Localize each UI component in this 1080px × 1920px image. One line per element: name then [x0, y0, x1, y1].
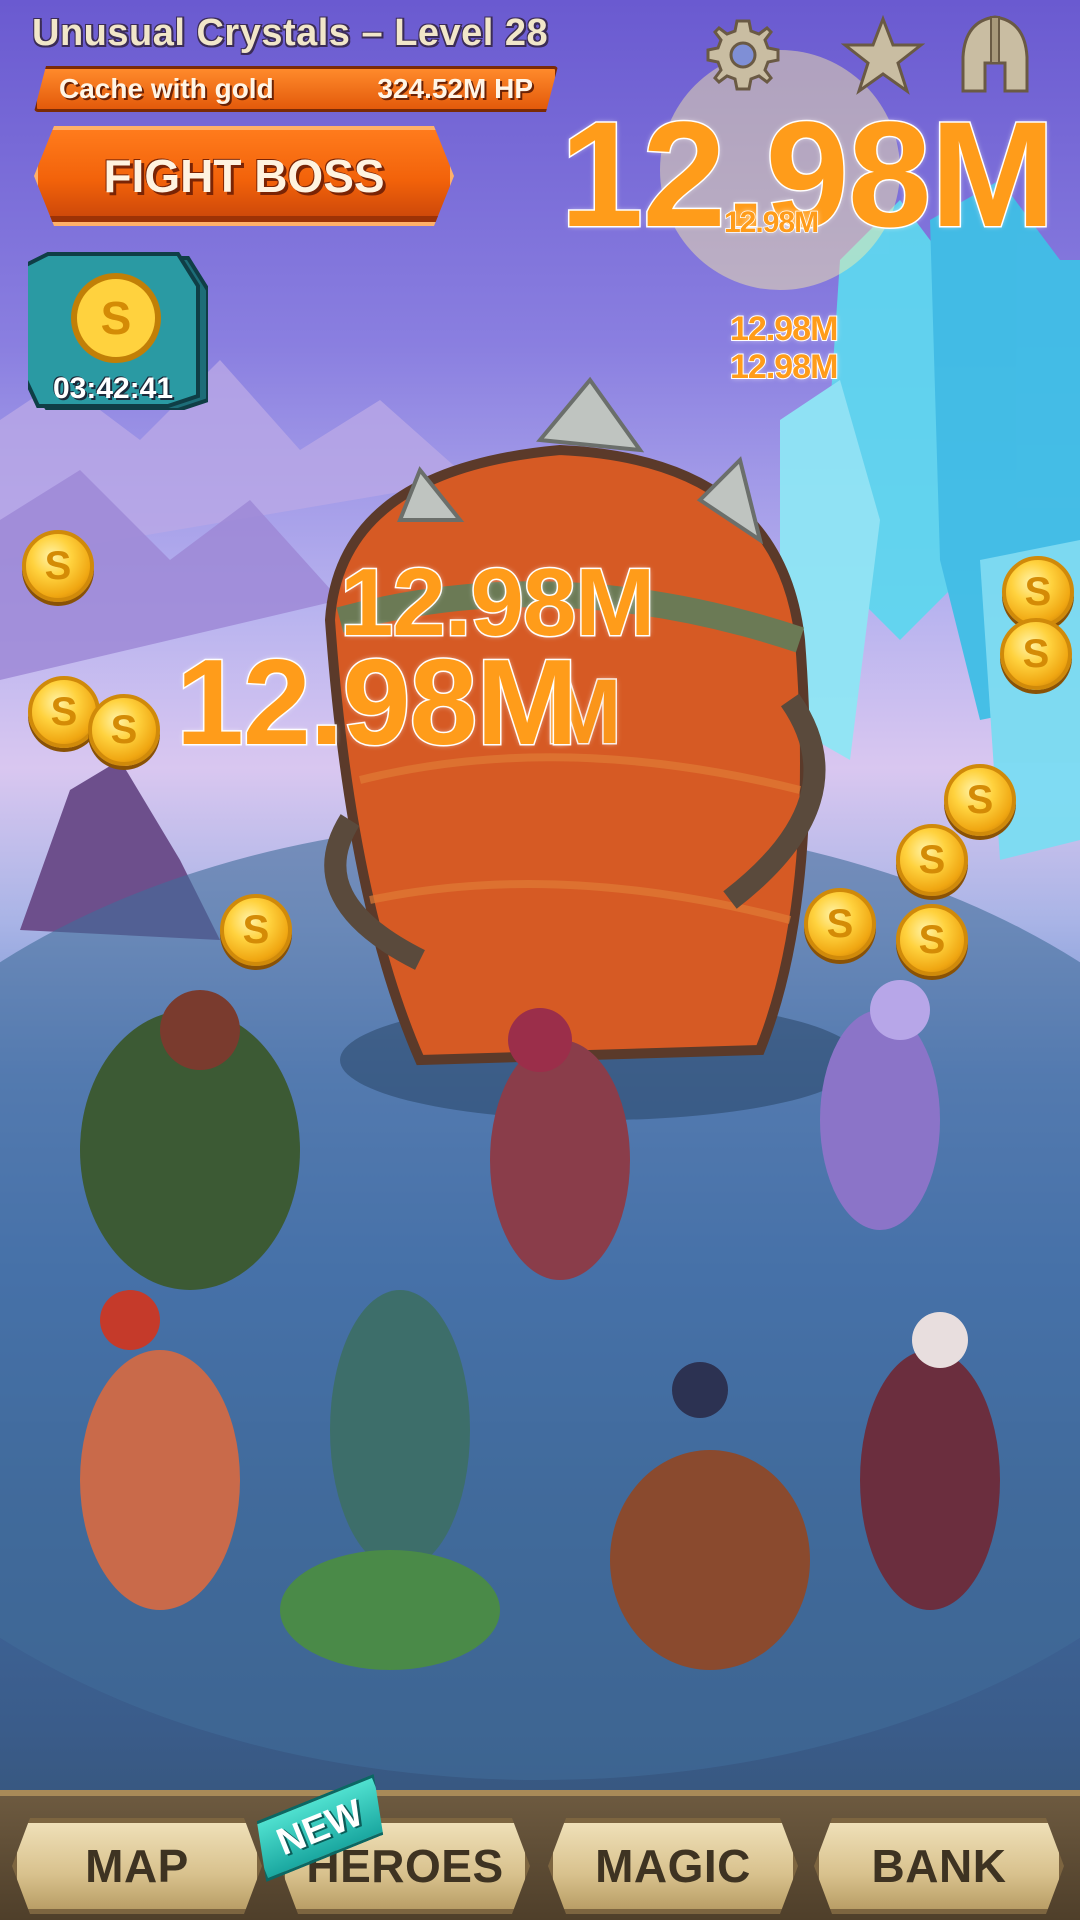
coin-symbol: S [50, 689, 78, 734]
gold-chest-card[interactable]: S 03:42:41 [22, 250, 210, 412]
chest-timer: 03:42:41 [52, 372, 174, 405]
gold-coin[interactable]: S [22, 530, 94, 602]
gold-coin[interactable]: S [896, 904, 968, 976]
coin-symbol: S [110, 707, 138, 752]
gold-coin[interactable]: S [944, 764, 1016, 836]
gold-coin[interactable]: S [1000, 618, 1072, 690]
nav-magic-label: MAGIC [595, 1840, 751, 1892]
gold-coin[interactable]: S [88, 694, 160, 766]
gold-coin[interactable]: S [896, 824, 968, 896]
nav-map-label: MAP [85, 1840, 189, 1892]
coin-symbol: S [918, 837, 946, 882]
damage-number-float-a: 12.98M [729, 309, 839, 349]
coin-symbol: S [242, 907, 270, 952]
gear-icon[interactable] [700, 12, 786, 98]
coin-symbol: S [918, 917, 946, 962]
gold-coin[interactable]: S [804, 888, 876, 960]
gold-coin[interactable]: S [220, 894, 292, 966]
boss-hp-bar: Cache with gold 324.52M HP [34, 66, 558, 112]
boss-name: Cache with gold [59, 73, 274, 104]
coin-symbol: S [966, 777, 994, 822]
fight-boss-label: FIGHT BOSS [103, 150, 385, 202]
chest-coin-symbol: S [101, 292, 132, 344]
nav-map-button[interactable]: MAP [12, 1818, 262, 1914]
nav-magic-button[interactable]: MAGIC [548, 1818, 798, 1914]
coin-symbol: S [44, 543, 72, 588]
coin-symbol: S [1022, 631, 1050, 676]
nav-bank-button[interactable]: BANK [814, 1818, 1064, 1914]
coin-symbol: S [1024, 569, 1052, 614]
damage-number-mid-b: 12.98M [175, 633, 580, 772]
coin-symbol: S [826, 901, 854, 946]
nav-bank-label: BANK [871, 1840, 1007, 1892]
star-icon[interactable] [840, 12, 926, 98]
helmet-icon[interactable] [952, 12, 1038, 98]
fight-boss-button[interactable]: FIGHT BOSS [34, 126, 454, 226]
damage-number-small: 12.98M [723, 205, 820, 240]
bottom-nav-bar: MAP HEROES MAGIC BANK [0, 1790, 1080, 1920]
level-title: Unusual Crystals – Level 28 [32, 12, 549, 54]
boss-hp-value: 324.52M HP [377, 73, 533, 104]
damage-number-float-b: 12.98M [729, 347, 839, 387]
